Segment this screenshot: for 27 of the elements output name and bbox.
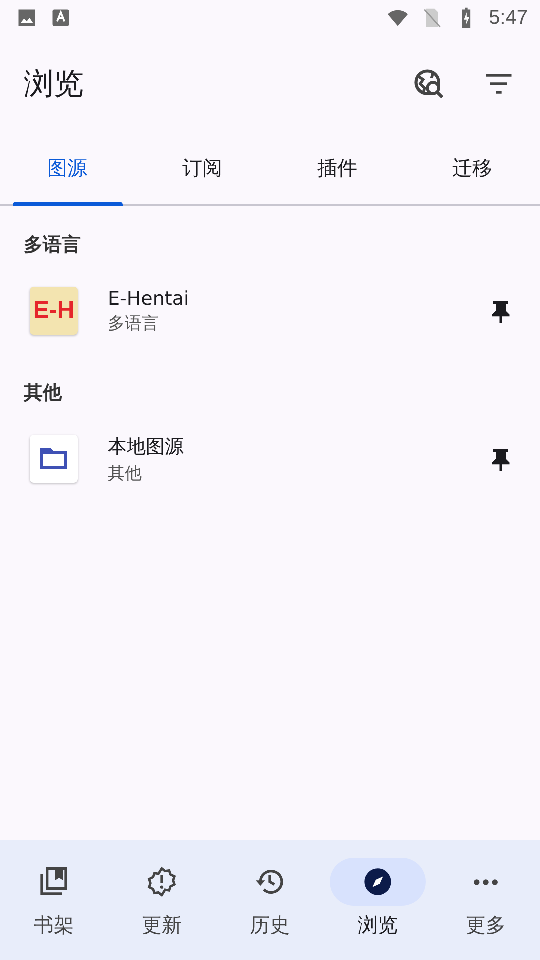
nav-item[interactable]: 历史 xyxy=(216,840,324,960)
tab[interactable]: 图源 xyxy=(0,132,135,204)
folder-icon xyxy=(30,435,78,483)
tab[interactable]: 插件 xyxy=(270,132,405,204)
more-icon xyxy=(473,878,499,886)
source-name[interactable]: 本地图源 xyxy=(108,434,184,460)
tab[interactable]: 迁移 xyxy=(405,132,540,204)
no-sim-icon xyxy=(421,7,444,29)
section-header: 其他 xyxy=(23,381,64,406)
screen-title: 浏览 xyxy=(24,66,84,104)
clock-time: 5:47 xyxy=(489,6,528,30)
nav-item[interactable]: 更新 xyxy=(108,840,216,960)
globe-search-icon[interactable] xyxy=(412,67,446,101)
tab[interactable]: 订阅 xyxy=(135,132,270,204)
image-icon xyxy=(16,7,38,29)
section-header: 多语言 xyxy=(23,233,82,258)
app-notification-icon xyxy=(50,7,72,29)
alert-badge-icon xyxy=(146,866,178,898)
source-language: 其他 xyxy=(108,462,142,484)
nav-item[interactable]: 书架 xyxy=(0,840,108,960)
compass-icon xyxy=(362,866,394,898)
nav-item[interactable]: 浏览 xyxy=(324,840,432,960)
source-logo: E-H xyxy=(30,287,78,335)
books-icon xyxy=(38,866,70,898)
source-language: 多语言 xyxy=(108,312,159,334)
nav-item[interactable]: 更多 xyxy=(432,840,540,960)
source-name[interactable]: E-Hentai xyxy=(108,288,190,310)
